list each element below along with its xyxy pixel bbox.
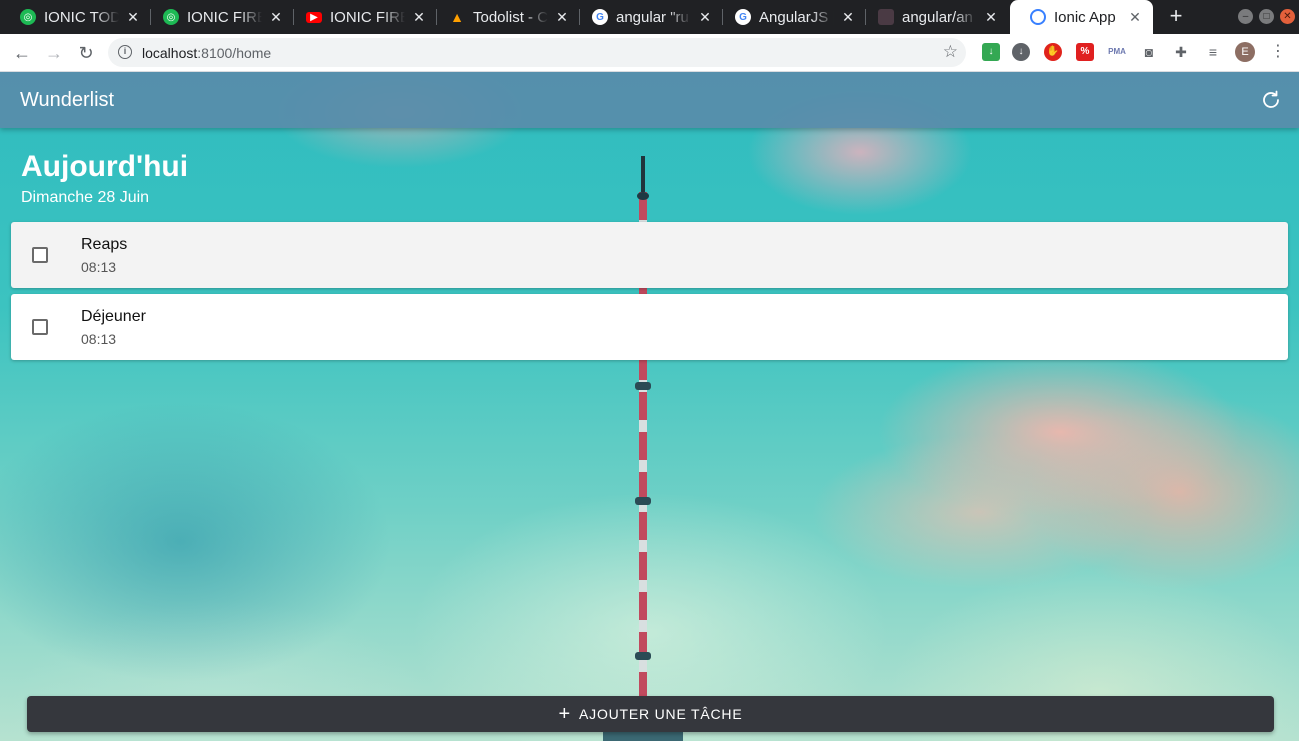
tab-title: Ionic App <box>1054 8 1116 26</box>
close-tab-icon[interactable]: ✕ <box>983 9 999 26</box>
green-circle-icon: ◎ <box>163 9 179 25</box>
task-item[interactable]: Reaps 08:13 <box>11 222 1288 288</box>
profile-avatar[interactable]: E <box>1235 42 1255 62</box>
tab-title: Todolist - Co <box>473 8 548 26</box>
download-icon[interactable]: ↓ <box>1012 43 1030 61</box>
add-task-button[interactable]: + AJOUTER UNE TÂCHE <box>27 696 1274 732</box>
task-time: 08:13 <box>81 259 117 275</box>
day-title: Aujourd'hui <box>21 150 189 183</box>
app-viewport: Wunderlist Aujourd'hui Dimanche 28 Juin … <box>0 72 1299 741</box>
browser-toolbar: ← → ↻ i localhost:8100/home ☆ ↓ ↓ ✋ % PM… <box>0 34 1299 72</box>
browser-tab-strip: ◎ IONIC TODO ✕ ◎ IONIC FIREB ✕ ▶ IONIC F… <box>0 0 1299 34</box>
browser-tab[interactable]: ▲ Todolist - Co ✕ <box>429 0 580 34</box>
extensions-puzzle-icon[interactable]: ✚ <box>1172 43 1190 61</box>
close-tab-icon[interactable]: ✕ <box>1127 9 1143 26</box>
address-bar[interactable]: i localhost:8100/home ☆ <box>108 38 966 67</box>
camera-icon[interactable]: ◙ <box>1140 43 1158 61</box>
close-tab-icon[interactable]: ✕ <box>554 9 570 26</box>
close-tab-icon[interactable]: ✕ <box>411 9 427 26</box>
bookmark-star-icon[interactable]: ☆ <box>943 42 958 62</box>
tab-title: IONIC TODO <box>44 8 119 26</box>
close-tab-icon[interactable]: ✕ <box>697 9 713 26</box>
close-window-button[interactable]: ✕ <box>1280 9 1295 24</box>
app-title: Wunderlist <box>20 89 115 111</box>
task-checkbox[interactable] <box>32 247 48 263</box>
back-button[interactable]: ← <box>11 42 33 64</box>
adblock-icon[interactable]: ✋ <box>1044 43 1062 61</box>
refresh-icon[interactable] <box>1259 88 1283 112</box>
browser-tab-active[interactable]: Ionic App ✕ <box>1010 0 1153 34</box>
github-icon <box>878 9 894 25</box>
tab-title: IONIC FIREB <box>330 8 405 26</box>
media-control-icon[interactable]: ≡ <box>1204 43 1222 61</box>
youtube-icon: ▶ <box>306 11 322 23</box>
browser-tab[interactable]: ▶ IONIC FIREB ✕ <box>286 0 437 34</box>
browser-tab[interactable]: ◎ IONIC FIREB ✕ <box>143 0 294 34</box>
maximize-button[interactable]: □ <box>1259 9 1274 24</box>
green-circle-icon: ◎ <box>20 9 36 25</box>
forward-button[interactable]: → <box>43 42 65 64</box>
ionic-icon <box>1030 9 1046 25</box>
tab-title: angular "ru <box>616 8 689 26</box>
phpmyadmin-icon[interactable]: PMA <box>1108 43 1126 61</box>
close-tab-icon[interactable]: ✕ <box>840 9 856 26</box>
task-time: 08:13 <box>81 331 117 347</box>
browser-tab[interactable]: angular/an ✕ <box>858 0 1009 34</box>
task-item[interactable]: Déjeuner 08:13 <box>11 294 1288 360</box>
menu-kebab-icon[interactable]: ⋮ <box>1270 42 1286 62</box>
add-task-label: AJOUTER UNE TÂCHE <box>579 706 743 722</box>
tab-title: angular/an <box>902 8 973 26</box>
task-name: Déjeuner <box>81 308 146 325</box>
close-tab-icon[interactable]: ✕ <box>125 9 141 26</box>
download-extension-icon[interactable]: ↓ <box>982 43 1000 61</box>
plus-icon: + <box>558 703 571 725</box>
tab-title: IONIC FIREB <box>187 8 262 26</box>
task-checkbox[interactable] <box>32 319 48 335</box>
new-tab-button[interactable]: + <box>1166 5 1186 27</box>
google-icon: G <box>592 9 608 25</box>
browser-tab[interactable]: ◎ IONIC TODO ✕ <box>0 0 151 34</box>
reload-button[interactable]: ↻ <box>75 42 97 64</box>
close-tab-icon[interactable]: ✕ <box>268 9 284 26</box>
extension-icon[interactable]: % <box>1076 43 1094 61</box>
info-icon[interactable]: i <box>118 45 132 59</box>
url-text: localhost:8100/home <box>142 45 272 61</box>
tab-title: AngularJS | <box>759 8 834 26</box>
firebase-icon: ▲ <box>450 9 464 25</box>
app-header: Wunderlist <box>0 72 1299 128</box>
minimize-button[interactable]: – <box>1238 9 1253 24</box>
browser-tab[interactable]: G angular "ru ✕ <box>572 0 723 34</box>
task-name: Reaps <box>81 236 128 253</box>
day-date: Dimanche 28 Juin <box>21 189 150 206</box>
google-icon: G <box>735 9 751 25</box>
tower-background-image <box>641 156 645 196</box>
browser-tab[interactable]: G AngularJS | ✕ <box>715 0 866 34</box>
